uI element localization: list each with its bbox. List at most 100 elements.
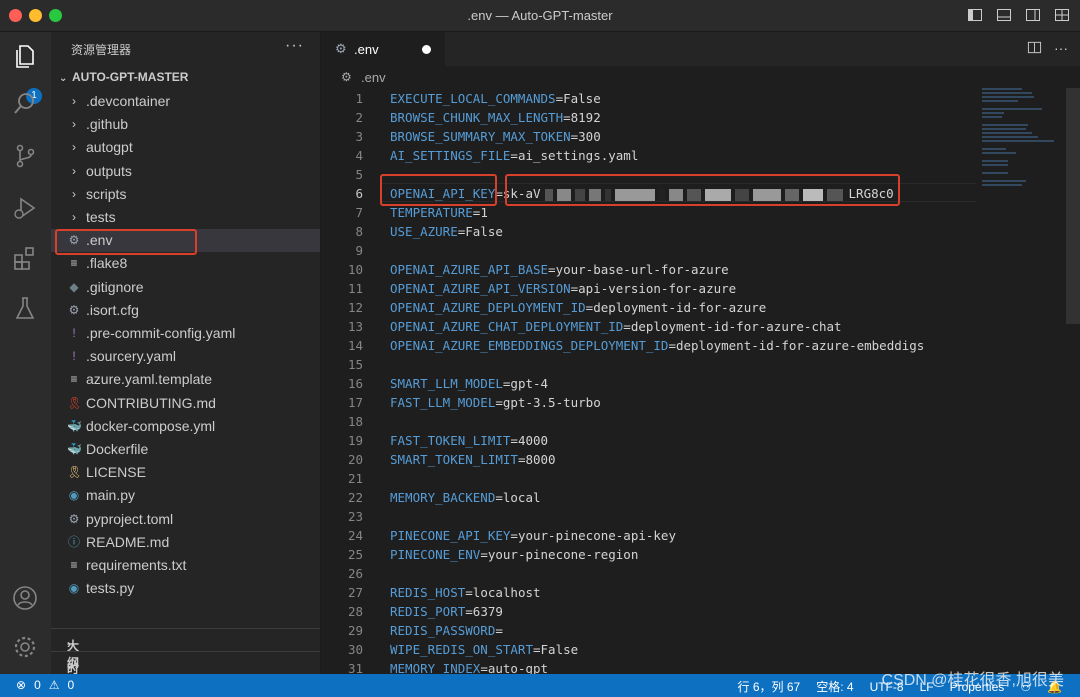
code-line: 11 OPENAI_AZURE_API_VERSION=api-version-f… <box>321 279 981 298</box>
toggle-secondary-sidebar-icon[interactable] <box>1025 7 1041 28</box>
error-icon: ⊗ <box>16 678 27 692</box>
line-number: 24 <box>347 528 363 543</box>
line-content: MEMORY_BACKEND=local <box>390 490 541 505</box>
file-label: .pre-commit-config.yaml <box>86 325 236 341</box>
file-label: LICENSE <box>86 464 146 481</box>
line-content: MEMORY_INDEX=auto-gpt <box>390 661 549 674</box>
line-number: 17 <box>347 395 363 410</box>
line-content: REDIS_PASSWORD= <box>390 623 503 638</box>
file-item[interactable]: ! .sourcery.yaml <box>51 345 320 368</box>
line-number: 28 <box>347 604 363 619</box>
line-number: 7 <box>355 205 363 220</box>
chevron-right-icon: › <box>72 140 76 155</box>
toggle-panel-icon[interactable] <box>996 7 1012 28</box>
customize-layout-icon[interactable] <box>1054 7 1070 28</box>
file-item[interactable]: ! .pre-commit-config.yaml <box>51 322 320 345</box>
file-item[interactable]: ⚙ pyproject.toml <box>51 508 320 531</box>
line-number: 27 <box>347 585 363 600</box>
line-content: REDIS_PORT=6379 <box>390 604 503 619</box>
line-content: OPENAI_AZURE_CHAT_DEPLOYMENT_ID=deployme… <box>390 319 842 334</box>
editor-actions: ··· <box>1027 40 1068 58</box>
manage-gear-icon[interactable] <box>11 633 39 661</box>
file-item[interactable]: ⓘ README.md <box>51 531 320 554</box>
gear-file-icon: ⚙ <box>68 302 80 317</box>
code-line: 16 SMART_LLM_MODEL=gpt-4 <box>321 374 981 393</box>
file-item[interactable]: 🎗 LICENSE <box>51 461 320 484</box>
folder-item[interactable]: › autogpt <box>51 136 320 159</box>
line-number: 23 <box>347 509 363 524</box>
ribbon-file-icon: 🎗 <box>67 395 83 410</box>
file-item[interactable]: ◉ tests.py <box>51 577 320 600</box>
line-number: 9 <box>355 243 363 258</box>
line-content: SMART_TOKEN_LIMIT=8000 <box>390 452 556 467</box>
explorer-icon[interactable] <box>11 42 39 70</box>
code-line: 18 <box>321 412 981 431</box>
extensions-icon[interactable] <box>11 244 39 272</box>
breadcrumb[interactable]: ⚙ .env <box>321 66 1080 88</box>
vertical-scrollbar[interactable] <box>1066 88 1080 324</box>
code-line: 9 <box>321 241 981 260</box>
file-label: .devcontainer <box>86 93 171 109</box>
code-line: 29 REDIS_PASSWORD= <box>321 621 981 640</box>
outline-section[interactable]: › 大纲 <box>51 628 320 670</box>
settings-file-icon: ⚙ <box>335 41 347 56</box>
unsaved-dot-icon[interactable] <box>422 45 431 54</box>
line-content: TEMPERATURE=1 <box>390 205 488 220</box>
file-item[interactable]: ◆ .gitignore <box>51 276 320 299</box>
file-label: README.md <box>86 533 170 550</box>
search-icon[interactable] <box>11 90 39 118</box>
file-item[interactable]: ≡ azure.yaml.template <box>51 368 320 391</box>
folder-item[interactable]: › outputs <box>51 160 320 183</box>
file-item[interactable]: ≡ requirements.txt <box>51 554 320 577</box>
python-file-icon: ◉ <box>68 488 80 503</box>
tab-env[interactable]: ⚙ .env <box>321 32 445 66</box>
cursor-position[interactable]: 行 6，列 67 <box>738 678 801 695</box>
line-content: OPENAI_AZURE_DEPLOYMENT_ID=deployment-id… <box>390 300 767 315</box>
file-label: main.py <box>86 487 136 504</box>
code-line: 26 <box>321 564 981 583</box>
gear-file-icon: ⚙ <box>68 511 80 526</box>
indentation[interactable]: 空格: 4 <box>816 678 853 695</box>
account-icon[interactable] <box>11 584 39 612</box>
folder-item[interactable]: › scripts <box>51 183 320 206</box>
file-item[interactable]: ⚙ .isort.cfg <box>51 299 320 322</box>
more-editor-actions-icon[interactable]: ··· <box>1054 40 1068 58</box>
folder-item[interactable]: › .github <box>51 113 320 136</box>
line-content: USE_AZURE=False <box>390 224 503 239</box>
file-item[interactable]: 🎗 CONTRIBUTING.md <box>51 392 320 415</box>
folder-item[interactable]: › .devcontainer <box>51 90 320 113</box>
timeline-section[interactable]: › 时间线 <box>51 651 320 697</box>
source-control-icon[interactable] <box>11 142 39 170</box>
file-item[interactable]: ◉ main.py <box>51 484 320 507</box>
minimap[interactable] <box>982 88 1062 208</box>
file-label: .github <box>86 116 129 133</box>
code-line: 3 BROWSE_SUMMARY_MAX_TOKEN=300 <box>321 127 981 146</box>
code-line: 21 <box>321 469 981 488</box>
code-editor[interactable]: 1 EXECUTE_LOCAL_COMMANDS=False 2 BROWSE_CHU… <box>321 88 1080 674</box>
file-label: outputs <box>86 162 132 179</box>
toggle-sidebar-icon[interactable] <box>967 7 983 28</box>
line-number: 2 <box>355 110 363 125</box>
code-line: 4 AI_SETTINGS_FILE=ai_settings.yaml <box>321 146 981 165</box>
file-item[interactable]: 🐳 docker-compose.yml <box>51 415 320 438</box>
warning-icon: ⚠ <box>48 678 60 692</box>
line-number: 15 <box>347 357 363 372</box>
testing-icon[interactable] <box>11 294 39 322</box>
python-file-icon: ◉ <box>68 581 80 596</box>
folder-item[interactable]: › tests <box>51 206 320 229</box>
code-line: 8 USE_AZURE=False <box>321 222 981 241</box>
more-actions-button[interactable]: ··· <box>285 37 304 55</box>
title-bar: .env — Auto-GPT-master <box>0 0 1080 32</box>
code-line: 25 PINECONE_ENV=your-pinecone-region <box>321 545 981 564</box>
workspace-root-folder[interactable]: ⌄ AUTO-GPT-MASTER <box>59 70 188 84</box>
code-line: 13 OPENAI_AZURE_CHAT_DEPLOYMENT_ID=deploy… <box>321 317 981 336</box>
problems-indicator[interactable]: ⊗ 0 ⚠ 0 <box>16 678 74 692</box>
run-debug-icon[interactable] <box>11 194 39 222</box>
split-editor-icon[interactable] <box>1027 40 1042 58</box>
line-content: PINECONE_API_KEY=your-pinecone-api-key <box>390 528 676 543</box>
file-item[interactable]: 🐳 Dockerfile <box>51 438 320 461</box>
chevron-down-icon: ⌄ <box>59 73 68 84</box>
file-item[interactable]: ≡ .flake8 <box>51 252 320 275</box>
line-number: 8 <box>355 224 363 239</box>
line-number: 3 <box>355 129 363 144</box>
